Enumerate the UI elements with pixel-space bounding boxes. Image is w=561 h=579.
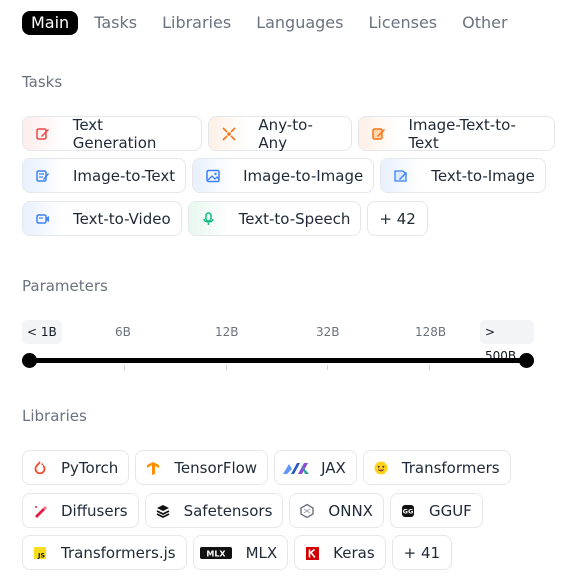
filter-tabs: Main Tasks Libraries Languages Licenses … bbox=[22, 11, 533, 35]
param-label-6b: 6B bbox=[115, 325, 131, 339]
tab-libraries[interactable]: Libraries bbox=[162, 11, 231, 35]
tab-other[interactable]: Other bbox=[462, 11, 507, 35]
svg-text:MLX: MLX bbox=[206, 549, 226, 558]
diffusers-icon bbox=[23, 494, 57, 527]
task-label: Image-Text-to-Text bbox=[408, 115, 516, 152]
library-label: JAX bbox=[321, 458, 346, 477]
parameters-section-title: Parameters bbox=[22, 277, 108, 295]
jax-icon bbox=[275, 451, 317, 484]
mlx-icon: MLX bbox=[194, 536, 238, 569]
library-chip-transformers[interactable]: Transformers bbox=[362, 450, 511, 485]
library-chip-safetensors[interactable]: Safetensors bbox=[144, 493, 284, 528]
library-chip-onnx[interactable]: ONNX bbox=[289, 493, 384, 528]
text-generation-icon bbox=[23, 117, 63, 150]
library-label: Transformers bbox=[401, 458, 500, 477]
tab-languages[interactable]: Languages bbox=[256, 11, 343, 35]
task-label: Image-to-Image bbox=[243, 166, 364, 185]
library-chip-transformers-js[interactable]: JS Transformers.js bbox=[22, 535, 187, 570]
image-to-text-icon bbox=[23, 159, 63, 192]
libraries-row-1: PyTorch TensorFlow JAX Transformers bbox=[22, 450, 517, 485]
parameters-slider-track[interactable] bbox=[29, 358, 527, 363]
library-label: ONNX bbox=[328, 501, 373, 520]
parameter-scale-labels: < 1B 6B 12B 32B 128B > 500B bbox=[22, 320, 534, 363]
library-chip-jax[interactable]: JAX bbox=[274, 450, 357, 485]
library-label: Keras bbox=[333, 543, 375, 562]
library-label: Diffusers bbox=[61, 501, 128, 520]
param-label-32b: 32B bbox=[316, 325, 340, 339]
tab-tasks[interactable]: Tasks bbox=[94, 11, 137, 35]
param-label-max: > 500B bbox=[480, 320, 534, 363]
tasks-row-2: Image-to-Text Image-to-Image Text-to-Ima… bbox=[22, 158, 552, 193]
param-label-128b: 128B bbox=[415, 325, 447, 339]
libraries-row-2: Diffusers Safetensors ONNX GG GGUF bbox=[22, 493, 489, 528]
libraries-row-3: JS Transformers.js MLX MLX Keras + 41 bbox=[22, 535, 458, 570]
library-chip-mlx[interactable]: MLX MLX bbox=[192, 535, 289, 570]
keras-icon bbox=[295, 536, 329, 569]
parameters-slider-max-handle[interactable] bbox=[519, 353, 534, 368]
slider-tick bbox=[226, 365, 227, 370]
task-label: Text Generation bbox=[72, 115, 157, 152]
js-icon: JS bbox=[23, 536, 57, 569]
image-text-to-text-icon bbox=[358, 117, 399, 150]
text-to-speech-icon bbox=[188, 202, 229, 235]
task-chip-text-to-speech[interactable]: Text-to-Speech bbox=[187, 201, 362, 236]
library-label: Transformers.js bbox=[61, 543, 176, 562]
text-to-image-icon bbox=[381, 159, 422, 192]
task-chip-text-generation[interactable]: Text Generation bbox=[22, 115, 202, 152]
gguf-icon: GG bbox=[391, 494, 425, 527]
param-label-min: < 1B bbox=[22, 320, 62, 344]
library-label: Safetensors bbox=[183, 501, 273, 520]
task-label: Text-to-Video bbox=[73, 209, 171, 228]
library-chip-gguf[interactable]: GG GGUF bbox=[389, 493, 483, 528]
task-chip-any-to-any[interactable]: Any-to-Any bbox=[207, 115, 352, 152]
task-chip-text-to-video[interactable]: Text-to-Video bbox=[22, 201, 182, 236]
task-label: Any-to-Any bbox=[258, 115, 313, 152]
hugging-face-icon bbox=[364, 451, 398, 484]
text-to-video-icon bbox=[23, 202, 63, 235]
pytorch-icon bbox=[23, 451, 57, 484]
task-label: Text-to-Speech bbox=[238, 209, 351, 228]
tasks-row-3: Text-to-Video Text-to-Speech + 42 bbox=[22, 201, 434, 236]
any-to-any-icon bbox=[208, 117, 249, 150]
task-label: Image-to-Text bbox=[73, 166, 176, 185]
task-chip-text-to-image[interactable]: Text-to-Image bbox=[380, 158, 546, 193]
tensorflow-icon bbox=[136, 451, 170, 484]
slider-tick bbox=[327, 365, 328, 370]
libraries-section-title: Libraries bbox=[22, 407, 87, 425]
tasks-section-title: Tasks bbox=[22, 73, 63, 91]
library-chip-keras[interactable]: Keras bbox=[294, 535, 386, 570]
task-chip-image-to-image[interactable]: Image-to-Image bbox=[192, 158, 375, 193]
parameters-slider-min-handle[interactable] bbox=[22, 353, 37, 368]
onnx-icon bbox=[290, 494, 324, 527]
library-chip-pytorch[interactable]: PyTorch bbox=[22, 450, 130, 485]
library-chip-tensorflow[interactable]: TensorFlow bbox=[135, 450, 269, 485]
task-chip-image-to-text[interactable]: Image-to-Text bbox=[22, 158, 187, 193]
slider-tick bbox=[429, 365, 430, 370]
library-label: PyTorch bbox=[61, 458, 119, 477]
task-label: Text-to-Image bbox=[431, 166, 535, 185]
libraries-more-button[interactable]: + 41 bbox=[391, 535, 453, 570]
safetensors-icon bbox=[146, 494, 180, 527]
tab-main[interactable]: Main bbox=[22, 11, 79, 35]
slider-tick bbox=[124, 365, 125, 370]
library-chip-diffusers[interactable]: Diffusers bbox=[22, 493, 139, 528]
library-label: TensorFlow bbox=[174, 458, 258, 477]
library-label: MLX bbox=[245, 543, 278, 562]
svg-text:GG: GG bbox=[403, 507, 414, 515]
svg-text:JS: JS bbox=[37, 551, 45, 559]
tasks-row-1: Text Generation Any-to-Any Image-Text-to… bbox=[22, 115, 561, 152]
image-to-image-icon bbox=[193, 159, 234, 192]
tasks-more-button[interactable]: + 42 bbox=[367, 201, 428, 236]
param-label-12b: 12B bbox=[215, 325, 239, 339]
tab-licenses[interactable]: Licenses bbox=[368, 11, 437, 35]
library-label: GGUF bbox=[428, 501, 472, 520]
task-chip-image-text-to-text[interactable]: Image-Text-to-Text bbox=[357, 115, 555, 152]
